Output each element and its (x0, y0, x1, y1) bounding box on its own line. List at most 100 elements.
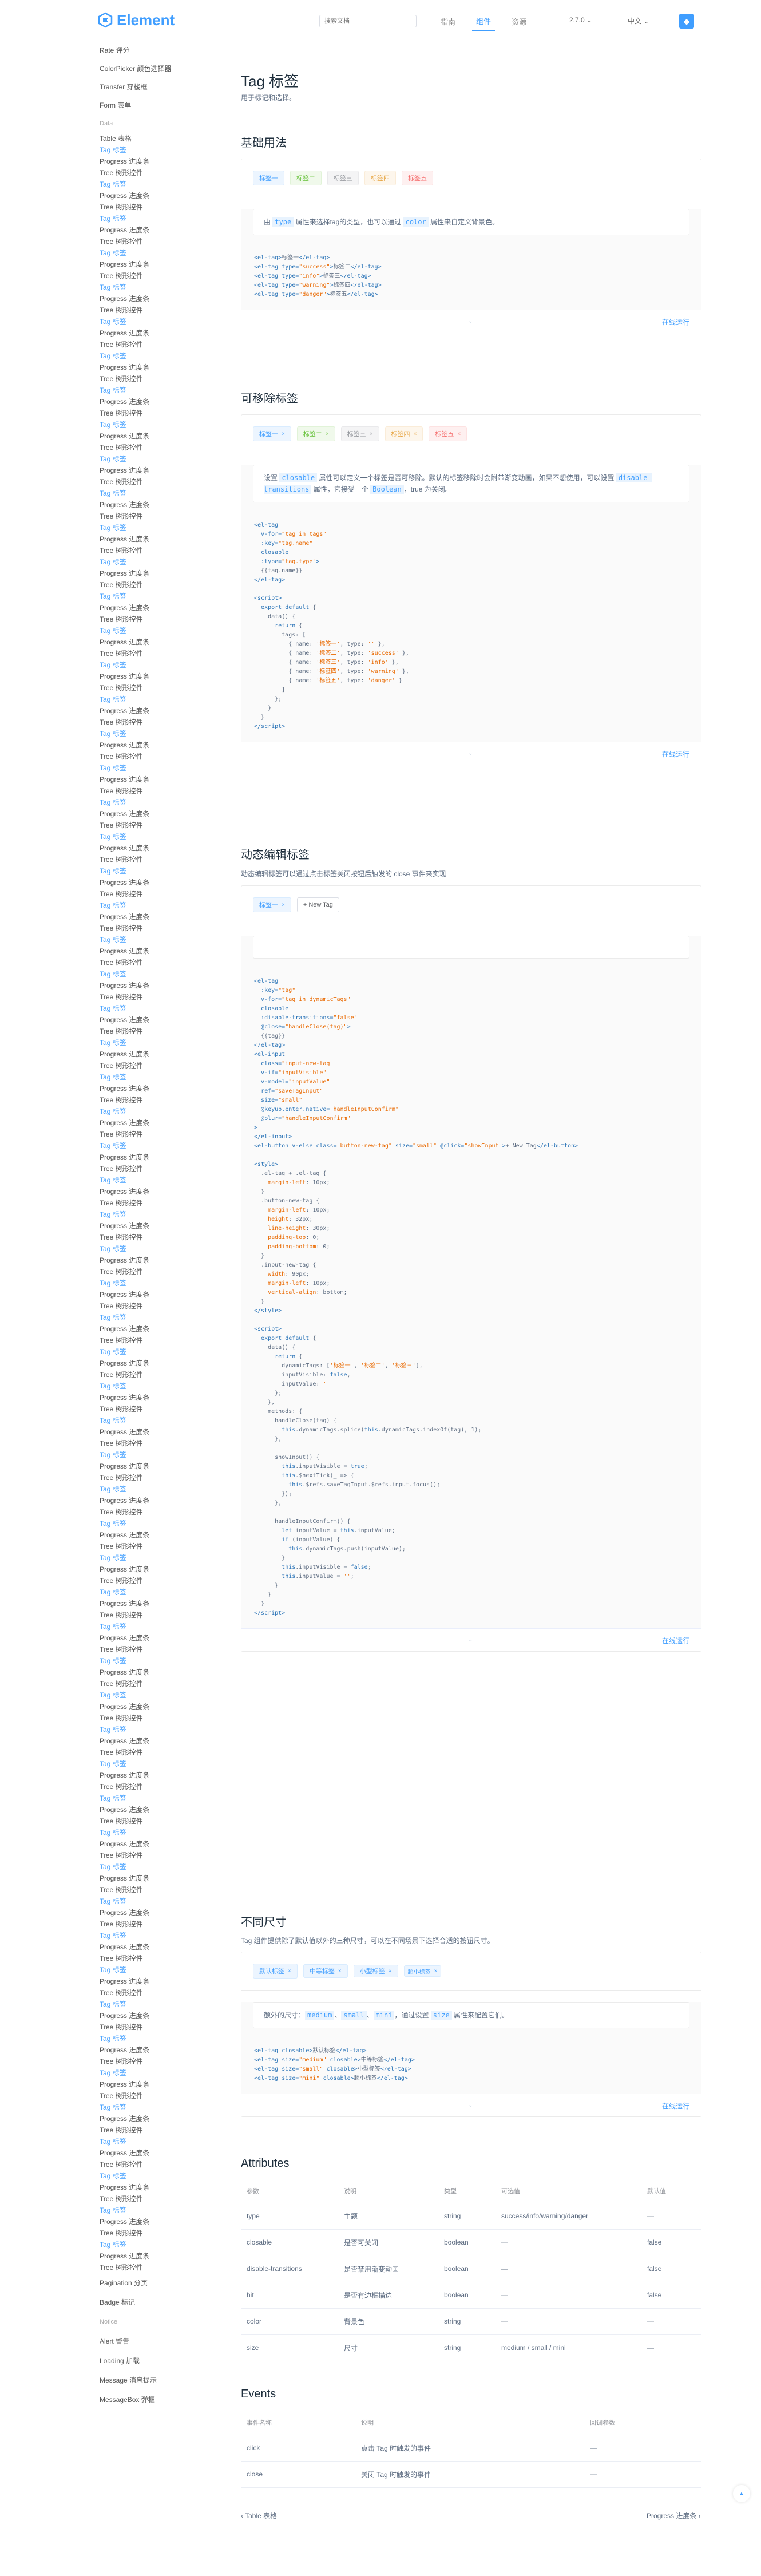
sidebar-item[interactable]: Tag 标签 (100, 453, 230, 465)
sidebar-item[interactable]: Tree 树形控件 (100, 1781, 230, 1792)
sidebar-item[interactable]: Progress 进度条 (100, 430, 230, 442)
sidebar-item[interactable]: Tag 标签 (100, 1483, 230, 1495)
sidebar-item[interactable]: MessageBox 弹框 (100, 2390, 230, 2409)
sidebar-item[interactable]: Tree 树形控件 (100, 1609, 230, 1621)
sidebar-item[interactable]: Tree 树形控件 (100, 236, 230, 247)
close-icon[interactable]: × (370, 431, 373, 437)
sidebar-item[interactable]: Tag 标签 (100, 1140, 230, 1152)
sidebar-item[interactable]: Progress 进度条 (100, 808, 230, 820)
sidebar-item[interactable]: Tree 树形控件 (100, 2056, 230, 2067)
sidebar-item[interactable]: Tag 标签 (100, 488, 230, 499)
sidebar-item[interactable]: Progress 进度条 (100, 1770, 230, 1781)
back-to-top-icon[interactable]: ▲ (733, 2485, 750, 2502)
sidebar-item[interactable]: Tag 标签 (100, 659, 230, 671)
nav-guide[interactable]: 指南 (437, 13, 459, 30)
sidebar-item[interactable]: Tree 树形控件 (100, 1918, 230, 1930)
sidebar-item[interactable]: Tag 标签 (100, 968, 230, 980)
sidebar-item[interactable]: Progress 进度条 (100, 1289, 230, 1300)
sidebar-item[interactable]: Tag 标签 (100, 316, 230, 327)
sidebar-item[interactable]: Progress 进度条 (100, 671, 230, 682)
sidebar-item[interactable]: Progress 进度条 (100, 1873, 230, 1884)
expand-icon[interactable]: ⌄ (468, 318, 473, 325)
sidebar-item[interactable]: Progress 进度条 (100, 1735, 230, 1747)
sidebar-item[interactable]: Tag 标签 (100, 934, 230, 945)
sidebar-item[interactable]: Tag 标签 (100, 1449, 230, 1461)
sidebar-item[interactable]: Tree 树形控件 (100, 201, 230, 213)
sidebar-item[interactable]: Tree 树形控件 (100, 1815, 230, 1827)
sidebar-item[interactable]: Tree 树形控件 (100, 1197, 230, 1209)
sidebar-item[interactable]: Tree 树形控件 (100, 304, 230, 316)
sidebar-item[interactable]: Tag 标签 (100, 1758, 230, 1770)
sidebar-item[interactable]: Tag 标签 (100, 1518, 230, 1529)
github-icon[interactable]: ◆ (679, 14, 694, 29)
sidebar-item[interactable]: Tag 标签 (100, 144, 230, 156)
sidebar-item[interactable]: Progress 进度条 (100, 1598, 230, 1609)
sidebar-item[interactable]: Tag 标签 (100, 1071, 230, 1083)
sidebar-item[interactable]: Progress 进度条 (100, 1495, 230, 1506)
sidebar-item[interactable]: Progress 进度条 (100, 1323, 230, 1335)
sidebar-item[interactable]: Tree 树形控件 (100, 1712, 230, 1724)
sidebar-item[interactable]: Tag 标签 (100, 1999, 230, 2010)
sidebar-item[interactable]: Tag 标签 (100, 1586, 230, 1598)
sidebar-item[interactable]: Tag 标签 (100, 556, 230, 568)
sidebar-item[interactable]: Tree 树形控件 (100, 888, 230, 900)
sidebar-item[interactable]: Tree 树形控件 (100, 579, 230, 591)
sidebar-item[interactable]: Progress 进度条 (100, 1358, 230, 1369)
sidebar-item[interactable]: Tag 标签 (100, 900, 230, 911)
sidebar-item[interactable]: Tree 树形控件 (100, 1403, 230, 1415)
sidebar-item[interactable]: Message 消息提示 (100, 2371, 230, 2390)
sidebar-item[interactable]: Tree 树形控件 (100, 2262, 230, 2273)
sidebar-item[interactable]: Tree 树形控件 (100, 785, 230, 797)
sidebar-item[interactable]: Tree 树形控件 (100, 1541, 230, 1552)
sidebar-item[interactable]: Progress 进度条 (100, 636, 230, 648)
search-input[interactable] (319, 15, 417, 27)
sidebar-item[interactable]: Progress 进度条 (100, 362, 230, 373)
sidebar-item[interactable]: Tag 标签 (100, 1655, 230, 1667)
sidebar-item[interactable]: Tag 标签 (100, 865, 230, 877)
sidebar-item[interactable]: Tag 标签 (100, 831, 230, 842)
sidebar-item[interactable]: Tree 树形控件 (100, 2021, 230, 2033)
sidebar-item[interactable]: Tag 标签 (100, 1689, 230, 1701)
sidebar-item[interactable]: Progress 进度条 (100, 1564, 230, 1575)
sidebar-item[interactable]: Alert 警告 (100, 2332, 230, 2351)
sidebar-item[interactable]: Tag 标签 (100, 625, 230, 636)
sidebar-item[interactable]: Tag 标签 (100, 1209, 230, 1220)
sidebar-item[interactable]: Progress 进度条 (100, 1667, 230, 1678)
sidebar-item[interactable]: Progress 进度条 (100, 2147, 230, 2159)
sidebar-item[interactable]: Progress 进度条 (100, 945, 230, 957)
sidebar-item[interactable]: Tree 树形控件 (100, 270, 230, 282)
prev-page-link[interactable]: ‹ Table 表格 (241, 2511, 277, 2520)
sidebar-item[interactable]: Tree 树形控件 (100, 1060, 230, 1071)
language-select[interactable]: 中文 ⌄ (628, 16, 649, 26)
sidebar-item[interactable]: Tag 标签 (100, 1346, 230, 1358)
sidebar-item[interactable]: Progress 进度条 (100, 1220, 230, 1232)
sidebar-item[interactable]: Progress 进度条 (100, 533, 230, 545)
sidebar-item[interactable]: Tag 标签 (100, 2067, 230, 2079)
sidebar-item[interactable]: Tag 标签 (100, 213, 230, 224)
sidebar-item[interactable]: Tree 树形控件 (100, 1335, 230, 1346)
sidebar-item[interactable]: Progress 进度条 (100, 1529, 230, 1541)
sidebar-item[interactable]: Tag 标签 (100, 1964, 230, 1976)
sidebar-item[interactable]: Tree 树形控件 (100, 167, 230, 179)
demo-control[interactable]: ⌄ 在线运行 (241, 310, 701, 333)
sidebar-item[interactable]: Progress 进度条 (100, 877, 230, 888)
sidebar-item[interactable]: Tag 标签 (100, 1277, 230, 1289)
sidebar-item[interactable]: Tag 标签 (100, 350, 230, 362)
close-icon[interactable]: × (414, 431, 417, 437)
close-icon[interactable]: × (288, 1968, 291, 1974)
sidebar-item[interactable]: Tree 树形控件 (100, 1472, 230, 1483)
run-online-button[interactable]: 在线运行 (662, 749, 689, 759)
sidebar-item[interactable]: Progress 进度条 (100, 2182, 230, 2193)
sidebar-item[interactable]: Tree 树形控件 (100, 1300, 230, 1312)
new-tag-button[interactable]: + New Tag (296, 897, 339, 912)
sidebar-item[interactable]: Progress 进度条 (100, 396, 230, 407)
next-page-link[interactable]: Progress 进度条 › (647, 2511, 701, 2520)
sidebar-item[interactable]: Tag 标签 (100, 1243, 230, 1255)
sidebar-item[interactable]: Progress 进度条 (100, 1186, 230, 1197)
sidebar-item[interactable]: Progress 进度条 (100, 2010, 230, 2021)
sidebar-item[interactable]: Progress 进度条 (100, 842, 230, 854)
sidebar-item[interactable]: Transfer 穿梭框 (100, 78, 230, 96)
close-icon[interactable]: × (282, 431, 285, 437)
sidebar-item[interactable]: Tree 树形控件 (100, 1369, 230, 1380)
sidebar-item[interactable]: Tag 标签 (100, 1552, 230, 1564)
